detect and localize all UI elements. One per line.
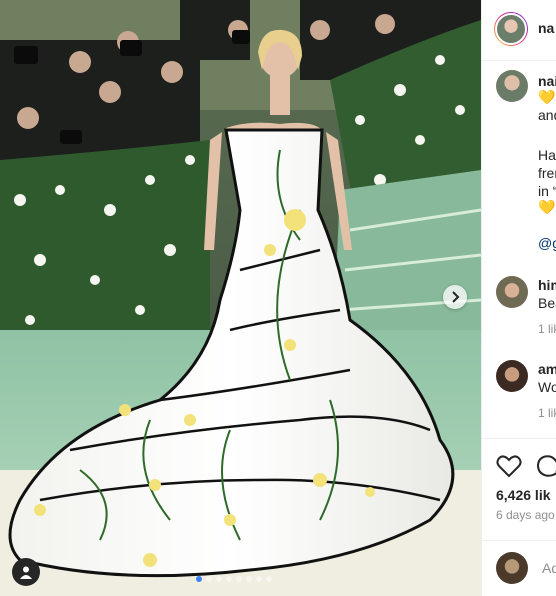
carousel-indicator [196,576,272,582]
user-tags-button[interactable] [12,558,40,586]
carousel-dot [266,576,272,582]
chevron-right-icon [452,291,460,303]
carousel-dot [196,576,202,582]
author-avatar[interactable] [494,12,528,46]
caption-text-line: Har [538,147,556,163]
comment-author[interactable]: him [538,276,556,294]
carousel-dot [206,576,212,582]
carousel-dot [216,576,222,582]
comment-like-count[interactable]: 1 lik [538,404,556,422]
carousel-dot [226,576,232,582]
carousel-next-button[interactable] [443,285,467,309]
comment-avatar[interactable] [496,360,528,392]
author-username[interactable]: na [538,20,554,36]
comment-like-count[interactable]: 1 lik [538,320,556,338]
photo-illustration [0,0,481,596]
caption-text-line: 💛 [538,199,556,215]
current-user-avatar [496,552,528,584]
heart-icon[interactable] [496,454,522,478]
caption-text-line: 💛 [538,89,556,105]
post-header: na [482,0,556,61]
caption-text-line: and [538,107,556,123]
caption-avatar[interactable] [496,70,528,102]
instagram-post-view: na nai 💛 and Har fren in “ 💛 @g him Bea … [0,0,556,596]
comment-text: Bea [538,295,556,311]
add-comment-input[interactable]: Ad [542,559,556,577]
carousel-dot [236,576,242,582]
comment-icon[interactable] [536,454,556,478]
caption-mention-link[interactable]: @g [538,234,556,252]
carousel-dot [246,576,252,582]
carousel-dot [256,576,262,582]
post-details-panel: na nai 💛 and Har fren in “ 💛 @g him Bea … [481,0,556,596]
post-timestamp[interactable]: 6 days ago [496,506,555,524]
post-photo[interactable] [0,0,481,596]
comment-text: Wo [538,379,556,395]
likes-count[interactable]: 6,426 lik [496,486,551,504]
caption-text-line: fren [538,165,556,181]
section-divider [482,438,556,439]
comment-avatar[interactable] [496,276,528,308]
comment-author[interactable]: am [538,360,556,378]
section-divider [482,540,556,541]
user-tag-icon [20,566,32,579]
